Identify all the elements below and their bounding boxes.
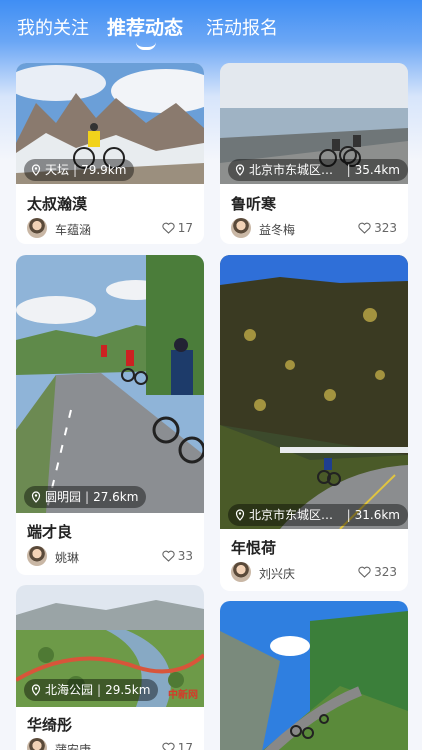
map-pin-icon — [31, 491, 41, 503]
heart-icon — [358, 222, 371, 234]
like-count: 17 — [177, 221, 193, 235]
like-count: 323 — [374, 565, 397, 579]
heart-icon — [162, 742, 175, 750]
feed-card[interactable]: 北海公园 | 29.5km 中新网 华绮彤 蒲安康 17 — [16, 585, 204, 750]
card-photo[interactable]: 圆明园 | 27.6km — [16, 255, 204, 513]
avatar[interactable] — [231, 562, 251, 582]
card-title: 华绮彤 — [27, 716, 73, 734]
card-photo[interactable] — [220, 601, 408, 750]
tab-recommended[interactable]: 推荐动态 — [107, 13, 183, 40]
feed-card[interactable] — [220, 601, 408, 750]
author-name: 姚琳 — [55, 551, 80, 565]
location-name: 北海公园 — [45, 683, 94, 697]
location-separator: | — [85, 490, 90, 504]
heart-icon — [358, 566, 371, 578]
avatar[interactable] — [231, 218, 251, 238]
tab-events[interactable]: 活动报名 — [206, 14, 278, 40]
active-tab-indicator — [136, 42, 156, 50]
avatar[interactable] — [27, 738, 47, 750]
like-count: 323 — [374, 221, 397, 235]
location-name: 北京市东城区天坛… — [249, 508, 343, 522]
card-title: 太叔瀚漠 — [27, 195, 88, 213]
feed-card[interactable]: 天坛 | 79.9km 太叔瀚漠 车蕴涵 17 — [16, 63, 204, 244]
feed-card[interactable]: 圆明园 | 27.6km 端才良 姚琳 33 — [16, 255, 204, 575]
map-pin-icon — [235, 509, 245, 521]
author-name: 蒲安康 — [55, 743, 92, 750]
location-tag: 北海公园 | 29.5km — [24, 679, 159, 701]
map-pin-icon — [235, 164, 245, 176]
card-photo[interactable]: 北京市东城区雍和… | 35.4km — [220, 63, 408, 184]
map-pin-icon — [31, 164, 41, 176]
heart-icon — [162, 550, 175, 562]
author-name: 刘兴庆 — [259, 567, 296, 581]
map-pin-icon — [31, 684, 41, 696]
location-separator: | — [73, 163, 78, 177]
location-separator: | — [97, 683, 102, 697]
card-title: 年恨荷 — [231, 539, 277, 557]
tab-following[interactable]: 我的关注 — [17, 14, 89, 40]
location-separator: | — [346, 508, 351, 522]
like-button[interactable]: 323 — [358, 221, 397, 235]
watermark-logo: 中新网 — [168, 690, 198, 701]
card-title: 端才良 — [27, 523, 73, 541]
location-tag: 天坛 | 79.9km — [24, 159, 135, 181]
avatar[interactable] — [27, 218, 47, 238]
author-name: 车蕴涵 — [55, 223, 92, 237]
location-tag: 北京市东城区雍和… | 35.4km — [228, 159, 408, 181]
avatar[interactable] — [27, 546, 47, 566]
card-title: 鲁听寒 — [231, 195, 277, 213]
like-button[interactable]: 323 — [358, 565, 397, 579]
like-count: 17 — [177, 741, 193, 750]
like-button[interactable]: 33 — [162, 549, 193, 563]
like-button[interactable]: 17 — [162, 741, 193, 750]
card-photo[interactable]: 北海公园 | 29.5km 中新网 — [16, 585, 204, 707]
location-name: 圆明园 — [45, 490, 82, 504]
like-button[interactable]: 17 — [162, 221, 193, 235]
like-count: 33 — [177, 549, 193, 563]
top-tabs: 我的关注 推荐动态 活动报名 — [0, 0, 422, 60]
feed-card[interactable]: 北京市东城区雍和… | 35.4km 鲁听寒 益冬梅 323 — [220, 63, 408, 244]
card-photo[interactable]: 北京市东城区天坛… | 31.6km — [220, 255, 408, 529]
distance: 27.6km — [93, 490, 139, 504]
distance: 31.6km — [354, 508, 400, 522]
distance: 35.4km — [354, 163, 400, 177]
location-tag: 北京市东城区天坛… | 31.6km — [228, 504, 408, 526]
author-name: 益冬梅 — [259, 223, 296, 237]
feed-card[interactable]: 北京市东城区天坛… | 31.6km 年恨荷 刘兴庆 323 — [220, 255, 408, 591]
location-separator: | — [346, 163, 351, 177]
location-name: 北京市东城区雍和… — [249, 163, 343, 177]
distance: 29.5km — [105, 683, 151, 697]
card-photo[interactable]: 天坛 | 79.9km — [16, 63, 204, 184]
heart-icon — [162, 222, 175, 234]
location-name: 天坛 — [45, 163, 70, 177]
location-tag: 圆明园 | 27.6km — [24, 486, 147, 508]
distance: 79.9km — [81, 163, 127, 177]
